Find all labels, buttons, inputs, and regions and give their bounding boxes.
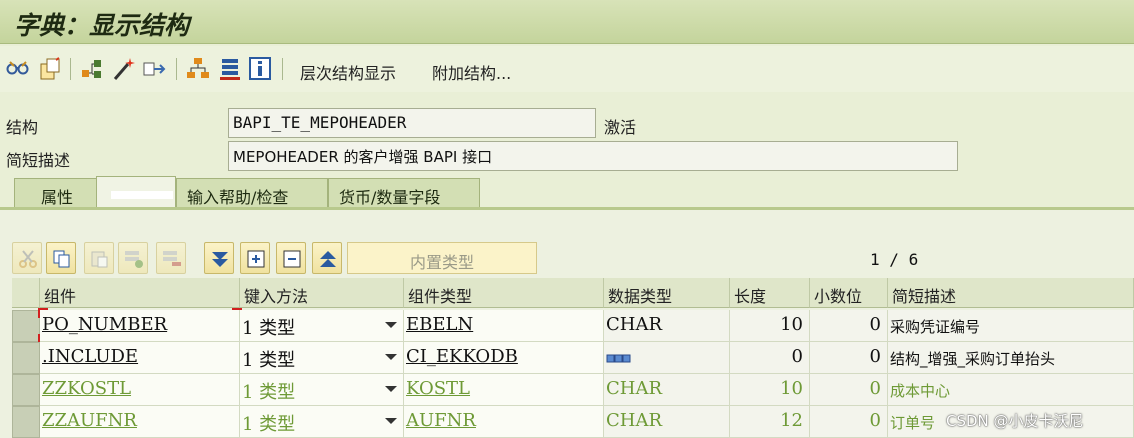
focus-marker (38, 308, 48, 318)
structure-type-icon (606, 354, 631, 363)
copy-button[interactable] (46, 242, 76, 274)
active-tab-indicator (111, 191, 173, 199)
column-header-description[interactable]: 简短描述 (888, 278, 1134, 308)
delete-row-button[interactable] (156, 242, 186, 274)
hierarchy-display-button[interactable]: 层次结构显示 (300, 60, 396, 84)
application-toolbar: 层次结构显示 附加结构... (0, 46, 1134, 92)
table-toolbar: 内置类型 1 / 6 (0, 242, 1134, 276)
builtin-type-button[interactable]: 内置类型 (347, 242, 537, 274)
table-cell-length: 12 (730, 406, 810, 438)
table-cell-decimals: 0 (810, 406, 888, 438)
dropdown-arrow-icon[interactable] (385, 386, 397, 392)
column-header-comp-type[interactable]: 组件类型 (404, 278, 604, 308)
deselect-all-button[interactable] (312, 242, 342, 274)
scissors-icon (19, 250, 37, 268)
hierarchy-icon[interactable] (80, 56, 104, 82)
table-cell-description: 成本中心 (888, 374, 1134, 406)
tab-strip: 属性 输入帮助/检查 货币/数量字段 (0, 176, 1134, 208)
tab-components[interactable] (96, 176, 176, 208)
column-header-component[interactable]: 组件 (40, 278, 240, 308)
column-header-method[interactable]: 键入方法 (240, 278, 404, 308)
table-cell-data-type (604, 342, 730, 374)
table-cell-method[interactable]: 1 类型 (240, 374, 404, 406)
collapse-button[interactable] (276, 242, 306, 274)
description-row: 简短描述 MEPOHEADER 的客户增强 BAPI 接口 (0, 141, 1134, 173)
paste-icon (91, 251, 108, 268)
stack-icon[interactable] (218, 56, 242, 82)
table-cell-description: 采购凭证编号 (888, 310, 1134, 342)
tab-currency-quantity[interactable]: 货币/数量字段 (328, 178, 480, 208)
table-cell-comp-type[interactable]: EBELN (404, 310, 604, 342)
funnel-up-icon (320, 251, 336, 267)
column-header-decimals[interactable]: 小数位 (810, 278, 888, 308)
insert-row-button[interactable] (118, 242, 148, 274)
table-cell-length: 10 (730, 374, 810, 406)
dropdown-arrow-icon[interactable] (385, 418, 397, 424)
row-selector[interactable] (12, 406, 40, 438)
append-structure-button[interactable]: 附加结构... (432, 60, 511, 84)
table-cell-method[interactable]: 1 类型 (240, 342, 404, 374)
table-cell-length: 10 (730, 310, 810, 342)
insert-row-icon (125, 251, 143, 268)
table-cell-component[interactable]: PO_NUMBER (40, 310, 240, 342)
table-cell-data-type: CHAR (604, 406, 730, 438)
table-cell-data-type: CHAR (604, 374, 730, 406)
select-all-button[interactable] (204, 242, 234, 274)
description-label: 简短描述 (6, 151, 71, 170)
table-cell-comp-type[interactable]: AUFNR (404, 406, 604, 438)
tab-attributes[interactable]: 属性 (14, 178, 98, 208)
table-cell-component[interactable]: ZZKOSTL (40, 374, 240, 406)
org-chart-icon[interactable] (186, 56, 210, 82)
table-cell-comp-type[interactable]: CI_EKKODB (404, 342, 604, 374)
table-cell-decimals: 0 (810, 342, 888, 374)
magic-wand-icon[interactable] (112, 56, 136, 82)
expand-icon (247, 250, 265, 268)
window-title: 字典：显示结构 (14, 11, 190, 40)
page-indicator: 1 / 6 (870, 250, 919, 269)
column-header-data-type[interactable]: 数据类型 (604, 278, 730, 308)
watermark: CSDN @小皮卡沃尼 (946, 412, 1084, 430)
structure-field[interactable]: BAPI_TE_MEPOHEADER (228, 108, 596, 138)
table-cell-component[interactable]: ZZAUFNR (40, 406, 240, 438)
copy-icon (53, 250, 70, 268)
paste-button[interactable] (84, 242, 114, 274)
structure-label: 结构 (6, 118, 39, 137)
dropdown-arrow-icon[interactable] (385, 322, 397, 328)
table-cell-method[interactable]: 1 类型 (240, 310, 404, 342)
funnel-down-icon (212, 252, 228, 267)
dropdown-arrow-icon[interactable] (385, 354, 397, 360)
table-cell-description: 结构_增强_采购订单抬头 (888, 342, 1134, 374)
title-bar: 字典：显示结构 (0, 0, 1134, 44)
table-cell-data-type: CHAR (604, 310, 730, 342)
cut-button[interactable] (12, 242, 42, 274)
glasses-icon[interactable] (6, 56, 30, 82)
column-header-length[interactable]: 长度 (730, 278, 810, 308)
info-icon[interactable] (248, 56, 272, 82)
table-cell-component[interactable]: .INCLUDE (40, 342, 240, 374)
table-cell-comp-type[interactable]: KOSTL (404, 374, 604, 406)
tab-input-help[interactable]: 输入帮助/检查 (176, 178, 328, 208)
transport-icon[interactable] (142, 56, 166, 82)
table-cell-method[interactable]: 1 类型 (240, 406, 404, 438)
row-selector[interactable] (12, 310, 40, 342)
structure-row: 结构 BAPI_TE_MEPOHEADER 激活 (0, 108, 1134, 140)
table-cell-length: 0 (730, 342, 810, 374)
table-cell-decimals: 0 (810, 374, 888, 406)
status-text: 激活 (604, 118, 637, 137)
select-all-corner[interactable] (12, 278, 40, 308)
collapse-icon (283, 250, 301, 268)
expand-button[interactable] (240, 242, 270, 274)
copy-object-icon[interactable] (38, 56, 62, 82)
row-selector[interactable] (12, 342, 40, 374)
description-field[interactable]: MEPOHEADER 的客户增强 BAPI 接口 (228, 141, 958, 171)
table-cell-decimals: 0 (810, 310, 888, 342)
row-selector[interactable] (12, 374, 40, 406)
delete-row-icon (163, 251, 181, 266)
